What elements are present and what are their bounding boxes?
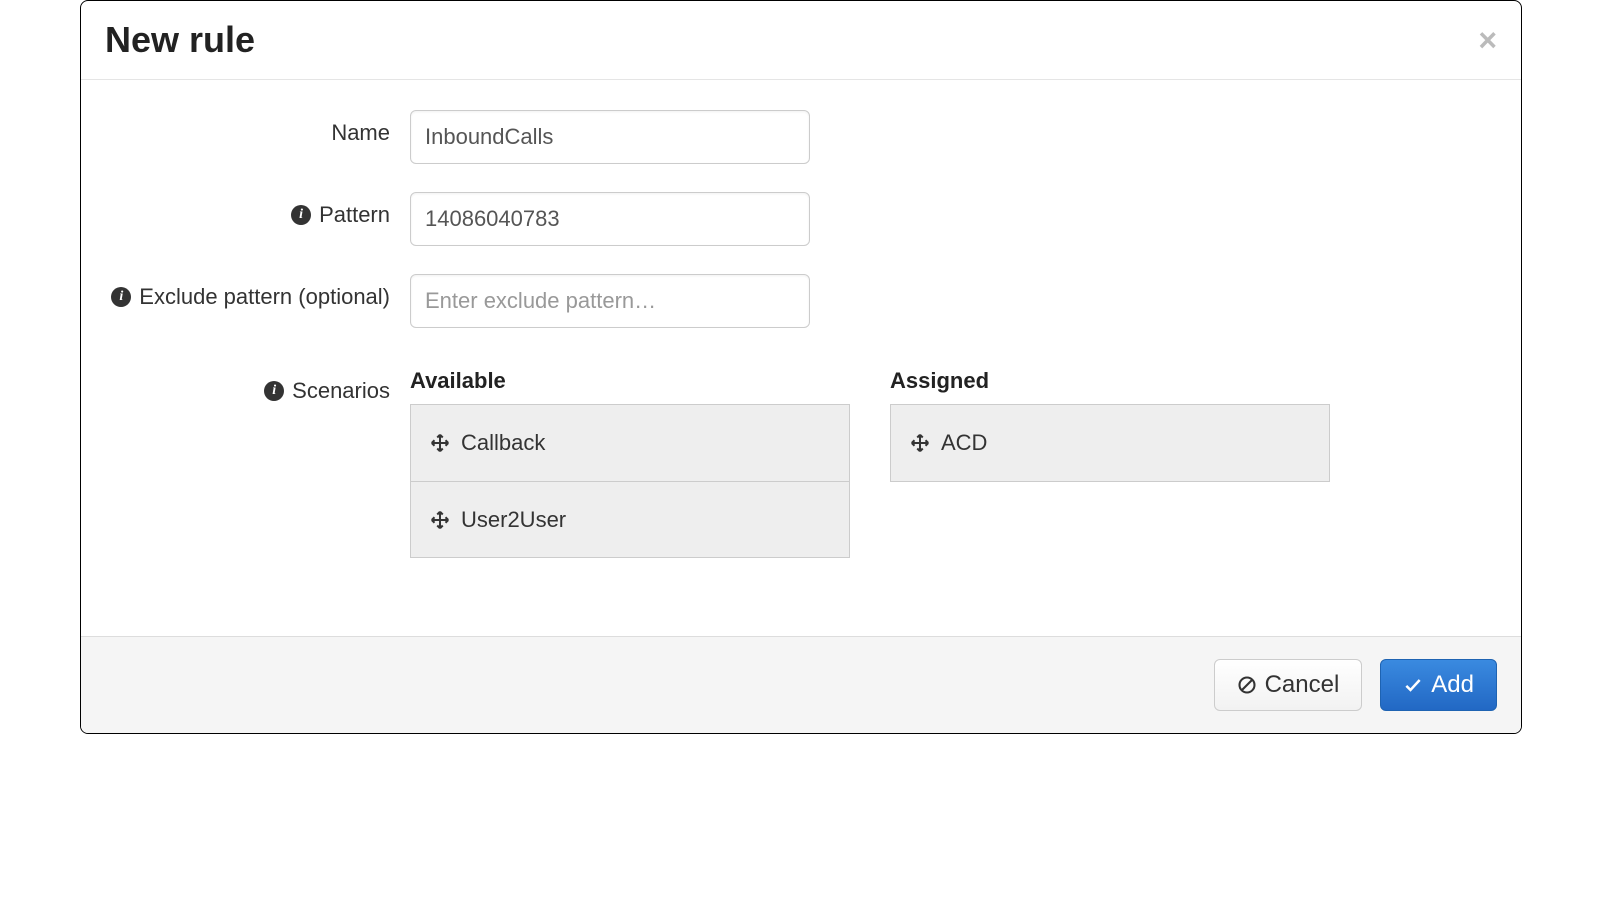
cancel-icon	[1237, 675, 1257, 695]
modal-body: Name i Pattern i Exclude pattern (option…	[81, 80, 1521, 636]
assigned-header: Assigned	[890, 368, 1330, 394]
pattern-label: i Pattern	[105, 192, 410, 231]
add-button[interactable]: Add	[1380, 659, 1497, 711]
info-icon[interactable]: i	[111, 287, 131, 307]
new-rule-modal: New rule × Name i Pattern i	[80, 0, 1522, 734]
form-row-scenarios: i Scenarios Available	[105, 368, 1497, 558]
available-list: Callback User2User	[410, 404, 850, 558]
available-header: Available	[410, 368, 850, 394]
move-icon	[909, 432, 931, 454]
check-icon	[1403, 675, 1423, 695]
scenarios-label: i Scenarios	[105, 368, 410, 407]
exclude-pattern-label: i Exclude pattern (optional)	[105, 274, 410, 313]
pattern-input[interactable]	[410, 192, 810, 246]
form-row-pattern: i Pattern	[105, 192, 1497, 246]
scenario-item-label: ACD	[941, 430, 987, 456]
modal-title: New rule	[105, 19, 255, 61]
scenarios-container: Available Callback	[410, 368, 1497, 558]
modal-header: New rule ×	[81, 1, 1521, 80]
form-row-name: Name	[105, 110, 1497, 164]
cancel-button-label: Cancel	[1265, 671, 1340, 699]
info-icon[interactable]: i	[264, 381, 284, 401]
info-icon[interactable]: i	[291, 205, 311, 225]
available-column: Available Callback	[410, 368, 850, 558]
scenario-item-user2user[interactable]: User2User	[411, 481, 849, 557]
scenario-item-label: Callback	[461, 430, 545, 456]
scenario-item-label: User2User	[461, 507, 566, 533]
move-icon	[429, 509, 451, 531]
name-label: Name	[105, 110, 410, 149]
close-icon[interactable]: ×	[1478, 24, 1497, 56]
assigned-column: Assigned ACD	[890, 368, 1330, 482]
name-input[interactable]	[410, 110, 810, 164]
move-icon	[429, 432, 451, 454]
add-button-label: Add	[1431, 671, 1474, 699]
form-row-exclude-pattern: i Exclude pattern (optional)	[105, 274, 1497, 328]
cancel-button[interactable]: Cancel	[1214, 659, 1363, 711]
scenario-item-callback[interactable]: Callback	[411, 405, 849, 481]
scenario-item-acd[interactable]: ACD	[891, 405, 1329, 481]
modal-footer: Cancel Add	[81, 636, 1521, 733]
exclude-pattern-input[interactable]	[410, 274, 810, 328]
assigned-list: ACD	[890, 404, 1330, 482]
